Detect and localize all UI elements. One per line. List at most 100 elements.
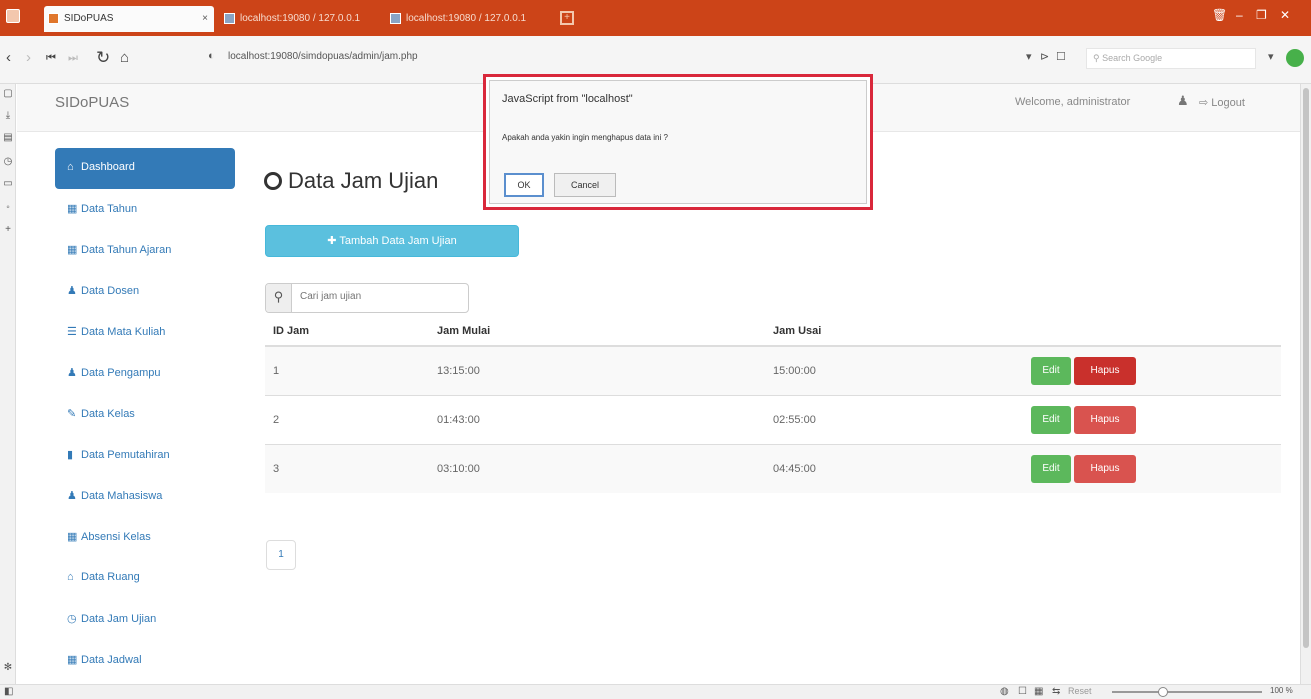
cell-id: 3 [265, 443, 429, 493]
dialog-ok-button[interactable]: OK [504, 173, 544, 197]
add-jam-ujian-button[interactable]: ✚ Tambah Data Jam Ujian [265, 225, 519, 257]
pagination-page-1[interactable]: 1 [266, 540, 296, 570]
fast-forward-icon[interactable]: ⏭ [68, 48, 78, 68]
sidebar-item-data-pengampu[interactable]: ♟ Data Pengampu [55, 353, 235, 394]
column-header-jam-usai: Jam Usai [765, 316, 1023, 347]
delete-button[interactable]: Hapus [1074, 356, 1136, 385]
tab-phpmyadmin-1[interactable]: localhost:19080 / 127.0.0.1 [220, 6, 382, 32]
browser-status-bar: ◧ ◍ ☐ ▦ ⇆ Reset 100 % [0, 684, 1311, 699]
delete-button[interactable]: Hapus [1074, 405, 1136, 434]
plus-icon: ✚ [327, 235, 340, 247]
bookmarks-panel-icon[interactable]: ▢ [3, 88, 13, 99]
search-group: ⚲ [265, 283, 469, 313]
sidebar-item-data-tahun-ajaran[interactable]: ▦ Data Tahun Ajaran [55, 230, 235, 271]
sidebar-item-label: Data Tahun [81, 203, 138, 215]
new-tab-button[interactable]: + [560, 11, 574, 25]
list-icon: ☰ [67, 326, 77, 338]
sidebar-item-label: Data Jadwal [81, 654, 142, 666]
sync-icon[interactable]: ◍ [1000, 686, 1009, 697]
sidebar-item-data-ruang[interactable]: ⌂ Data Ruang [55, 558, 235, 599]
sidebar-item-data-dosen[interactable]: ♟ Data Dosen [55, 271, 235, 312]
back-icon[interactable]: ‹ [6, 48, 11, 68]
home-icon[interactable]: ⌂ [120, 48, 129, 68]
cell-actions: Edit Hapus [1023, 394, 1281, 444]
image-icon[interactable]: ▦ [1034, 686, 1043, 697]
zoom-reset-label[interactable]: Reset [1068, 686, 1092, 696]
rewind-icon[interactable]: ⏮ [46, 48, 56, 68]
search-engine-input[interactable]: ⚲ Search Google [1086, 48, 1256, 69]
cell-jam-mulai: 03:10:00 [429, 443, 765, 493]
forward-icon[interactable]: › [26, 48, 31, 68]
logout-label: Logout [1211, 97, 1245, 109]
extension-icon[interactable] [1286, 49, 1304, 67]
reload-icon[interactable]: ↻ [96, 48, 110, 68]
settings-icon[interactable]: ✻ [3, 662, 13, 673]
bookmark-icon[interactable]: ▾ [1026, 50, 1032, 63]
table-header-row: ID Jam Jam Mulai Jam Usai [265, 316, 1281, 347]
edit-button[interactable]: Edit [1031, 405, 1071, 434]
sidebar-item-data-jadwal[interactable]: ▦ Data Jadwal [55, 640, 235, 681]
sidebar-item-data-jam-ujian[interactable]: ◷ Data Jam Ujian [55, 599, 235, 640]
trash-icon[interactable]: 🗑 [1212, 8, 1227, 22]
sidebar-item-absensi-kelas[interactable]: ▦ Absensi Kelas [55, 517, 235, 558]
sidebar-item-data-mahasiswa[interactable]: ♟ Data Mahasiswa [55, 476, 235, 517]
tab-favicon [390, 13, 401, 24]
tab-sidopuas[interactable]: SIDoPUAS × [44, 6, 214, 32]
edit-button[interactable]: Edit [1031, 356, 1071, 385]
sidebar-item-data-kelas[interactable]: ✎ Data Kelas [55, 394, 235, 435]
sidebar-item-label: Data Pemutahiran [81, 449, 170, 461]
sidebar-item-dashboard[interactable]: ⌂ Dashboard [55, 148, 235, 189]
page-title-text: Data Jam Ujian [288, 168, 439, 193]
notes-panel-icon[interactable]: ▤ [3, 132, 13, 143]
page-scrollbar[interactable] [1300, 84, 1311, 684]
cell-jam-usai: 04:45:00 [765, 443, 1023, 493]
page-actions-icon[interactable]: ⇆ [1052, 686, 1060, 697]
zoom-slider[interactable] [1112, 691, 1262, 693]
minimize-button[interactable]: ‒ [1236, 8, 1243, 22]
sidebar-item-label: Data Ruang [81, 571, 140, 583]
dialog-cancel-button[interactable]: Cancel [554, 173, 616, 197]
sidebar-item-data-pemutahiran[interactable]: ▮ Data Pemutahiran [55, 435, 235, 476]
clock-icon: ◷ [67, 613, 77, 625]
web-panel-icon[interactable]: ◦ [3, 202, 13, 213]
app-brand[interactable]: SIDoPUAS [55, 94, 129, 111]
restore-button[interactable]: ❐ [1256, 8, 1267, 22]
search-engine-icon: ⚲ [1093, 53, 1103, 63]
downloads-panel-icon[interactable]: ⤓ [3, 110, 13, 121]
zoom-slider-handle[interactable] [1158, 687, 1168, 697]
tab-phpmyadmin-2[interactable]: localhost:19080 / 127.0.0.1 [386, 6, 548, 32]
home-icon: ⌂ [67, 161, 74, 173]
scrollbar-thumb[interactable] [1303, 88, 1309, 648]
clock-icon [264, 172, 282, 190]
welcome-text: Welcome, administrator [1015, 96, 1131, 108]
feed-icon[interactable]: ⊳ [1040, 50, 1049, 63]
tab-list-icon[interactable]: ☐ [1056, 50, 1066, 63]
security-icon[interactable]: ◐ [208, 50, 215, 62]
window-icon[interactable]: ☐ [1018, 686, 1027, 697]
history-panel-icon[interactable]: ◷ [3, 156, 13, 167]
logout-link[interactable]: ⇨ Logout [1199, 96, 1245, 109]
sidebar-item-label: Data Tahun Ajaran [81, 244, 172, 256]
add-panel-icon[interactable]: + [3, 224, 13, 235]
browser-title-bar: SIDoPUAS × localhost:19080 / 127.0.0.1 l… [0, 0, 1311, 36]
edit-button[interactable]: Edit [1031, 454, 1071, 483]
window-panel-icon[interactable]: ▭ [3, 178, 13, 189]
sidebar-item-label: Absensi Kelas [81, 531, 151, 543]
search-input[interactable] [300, 291, 460, 302]
search-icon: ⚲ [266, 284, 292, 312]
logout-icon: ⇨ [1199, 97, 1212, 109]
close-tab-icon[interactable]: × [202, 13, 208, 24]
close-window-button[interactable]: ✕ [1280, 8, 1290, 22]
delete-button[interactable]: Hapus [1074, 454, 1136, 483]
sidebar-item-label: Data Mata Kuliah [81, 326, 166, 338]
cell-jam-usai: 02:55:00 [765, 394, 1023, 444]
browser-menu-icon[interactable] [6, 9, 20, 23]
table-row: 3 03:10:00 04:45:00 Edit Hapus [265, 443, 1281, 493]
sidebar-item-data-tahun[interactable]: ▦ Data Tahun [55, 189, 235, 230]
panel-toggle-icon[interactable]: ◧ [4, 686, 13, 697]
url-field[interactable]: localhost:19080/simdopuas/admin/jam.php [228, 51, 418, 62]
sidebar-item-data-mata-kuliah[interactable]: ☰ Data Mata Kuliah [55, 312, 235, 353]
dropdown-icon[interactable]: ▾ [1268, 50, 1274, 63]
sidebar-nav: ⌂ Dashboard ▦ Data Tahun ▦ Data Tahun Ajara… [55, 148, 235, 681]
dialog-message: Apakah anda yakin ingin menghapus data i… [502, 133, 668, 142]
